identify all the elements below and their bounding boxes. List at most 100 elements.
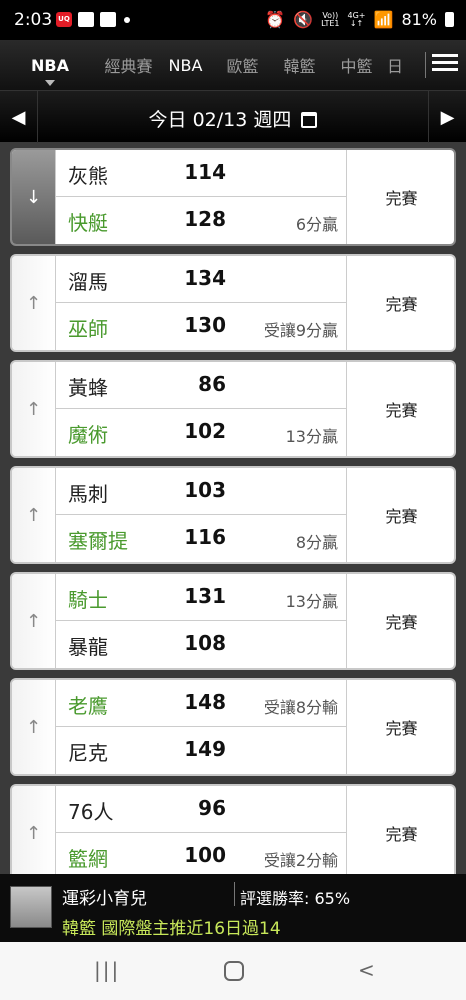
result-note: 8分贏 bbox=[295, 533, 338, 552]
team-name: 尼克 bbox=[68, 741, 108, 765]
tab-korea-basketball[interactable]: 韓籃 bbox=[271, 53, 328, 77]
team-score: 102 bbox=[184, 419, 226, 443]
team-name: 籃網 bbox=[68, 847, 108, 871]
game-list: ↓ 灰熊 114 快艇 128 6分贏 完賽 ↑ 溜馬 134 巫師 130 受… bbox=[10, 148, 456, 890]
team-name: 快艇 bbox=[68, 211, 108, 235]
game-card[interactable]: ↑ 騎士 131 13分贏 暴龍 108 完賽 bbox=[10, 572, 456, 670]
calendar-icon bbox=[301, 112, 318, 128]
team-name: 騎士 bbox=[68, 588, 108, 612]
team-name: 灰熊 bbox=[68, 164, 108, 188]
recents-icon[interactable]: ||| bbox=[94, 958, 120, 982]
away-team-row: 馬刺 103 bbox=[56, 468, 346, 515]
team-name: 馬刺 bbox=[68, 482, 108, 506]
home-team-row: 暴龍 108 bbox=[56, 621, 346, 668]
game-card[interactable]: ↑ 76人 96 籃網 100 受讓2分輸 完賽 bbox=[10, 784, 456, 882]
alarm-icon: ⏰ bbox=[265, 10, 286, 29]
mute-icon: 🔇 bbox=[293, 10, 314, 29]
gallery-icon bbox=[100, 12, 116, 27]
tab-euro-basketball[interactable]: 歐籃 bbox=[214, 53, 271, 77]
game-card[interactable]: ↓ 灰熊 114 快艇 128 6分贏 完賽 bbox=[10, 148, 456, 246]
home-team-row: 尼克 149 bbox=[56, 727, 346, 774]
4g-icon: 4G+ ↓↑ bbox=[347, 10, 366, 28]
result-note: 6分贏 bbox=[295, 215, 338, 234]
expand-arrow-icon[interactable]: ↑ bbox=[12, 680, 56, 774]
team-score: 96 bbox=[198, 796, 226, 820]
away-team-row: 溜馬 134 bbox=[56, 256, 346, 303]
tab-nba-games[interactable]: NBA bbox=[0, 56, 100, 86]
away-team-row: 黃蜂 86 bbox=[56, 362, 346, 409]
message-icon bbox=[78, 12, 94, 27]
expand-arrow-icon[interactable]: ↑ bbox=[12, 786, 56, 880]
tab-classic[interactable]: 經典賽 bbox=[100, 53, 157, 77]
next-date-button[interactable]: ▶ bbox=[428, 91, 466, 143]
tab-japan[interactable]: 日 bbox=[385, 53, 405, 77]
game-status: 完賽 bbox=[346, 256, 454, 350]
battery-percent: 81% bbox=[401, 10, 437, 29]
game-status: 完賽 bbox=[346, 362, 454, 456]
game-status: 完賽 bbox=[346, 574, 454, 668]
home-team-row: 籃網 100 受讓2分輸 bbox=[56, 833, 346, 880]
team-name: 溜馬 bbox=[68, 270, 108, 294]
home-team-row: 快艇 128 6分贏 bbox=[56, 197, 346, 244]
game-card[interactable]: ↑ 黃蜂 86 魔術 102 13分贏 完賽 bbox=[10, 360, 456, 458]
team-score: 130 bbox=[184, 313, 226, 337]
team-score: 103 bbox=[184, 478, 226, 502]
uniqlo-app-icon: UQ bbox=[56, 12, 72, 27]
team-score: 114 bbox=[184, 160, 226, 184]
team-score: 116 bbox=[184, 525, 226, 549]
away-team-row: 76人 96 bbox=[56, 786, 346, 833]
team-name: 黃蜂 bbox=[68, 376, 108, 400]
game-card[interactable]: ↑ 馬刺 103 塞爾提 116 8分贏 完賽 bbox=[10, 466, 456, 564]
date-bar: ◀ 今日 02/13 週四 ▶ bbox=[0, 90, 466, 143]
tab-nba[interactable]: NBA bbox=[157, 56, 214, 75]
collapse-arrow-icon[interactable]: ↓ bbox=[12, 150, 56, 244]
home-team-row: 巫師 130 受讓9分贏 bbox=[56, 303, 346, 350]
away-team-row: 灰熊 114 bbox=[56, 150, 346, 197]
expand-arrow-icon[interactable]: ↑ bbox=[12, 256, 56, 350]
tipster-banner[interactable]: 運彩小育兒 評選勝率: 65% 韓籃 國際盤主推近16日過14 bbox=[0, 874, 466, 942]
menu-icon[interactable] bbox=[432, 51, 458, 77]
date-label: 今日 02/13 週四 bbox=[148, 109, 292, 131]
tab-china-basketball[interactable]: 中籃 bbox=[328, 53, 385, 77]
back-icon[interactable]: < bbox=[358, 958, 375, 982]
team-name: 76人 bbox=[68, 800, 114, 824]
game-card[interactable]: ↑ 老鷹 148 受讓8分輸 尼克 149 完賽 bbox=[10, 678, 456, 776]
expand-arrow-icon[interactable]: ↑ bbox=[12, 362, 56, 456]
team-name: 老鷹 bbox=[68, 694, 108, 718]
result-note: 13分贏 bbox=[285, 592, 338, 611]
clock: 2:03 bbox=[14, 10, 53, 30]
expand-arrow-icon[interactable]: ↑ bbox=[12, 574, 56, 668]
tipster-name: 運彩小育兒 bbox=[62, 889, 147, 909]
result-note: 受讓2分輸 bbox=[263, 851, 338, 870]
team-score: 86 bbox=[198, 372, 226, 396]
game-status: 完賽 bbox=[346, 680, 454, 774]
team-name: 巫師 bbox=[68, 317, 108, 341]
home-icon[interactable] bbox=[224, 961, 244, 981]
game-status: 完賽 bbox=[346, 786, 454, 880]
league-tabs: NBA 經典賽 NBA 歐籃 韓籃 中籃 日 bbox=[0, 40, 466, 90]
tab-divider bbox=[425, 52, 426, 78]
result-note: 13分贏 bbox=[285, 427, 338, 446]
team-name: 暴龍 bbox=[68, 635, 108, 659]
volte-icon: Vo)) LTE1 bbox=[321, 10, 340, 28]
team-score: 134 bbox=[184, 266, 226, 290]
signal-icon: 📶 bbox=[373, 10, 394, 29]
away-team-row: 騎士 131 13分贏 bbox=[56, 574, 346, 621]
battery-icon bbox=[445, 12, 454, 27]
away-team-row: 老鷹 148 受讓8分輸 bbox=[56, 680, 346, 727]
status-bar: 2:03 UQ ⏰ 🔇 Vo)) LTE1 4G+ ↓↑ 📶 81% bbox=[0, 0, 466, 40]
car-avatar-icon bbox=[10, 886, 52, 928]
game-status: 完賽 bbox=[346, 150, 454, 244]
banner-divider bbox=[234, 882, 235, 906]
team-score: 148 bbox=[184, 690, 226, 714]
tip-headline[interactable]: 韓籃 國際盤主推近16日過14 bbox=[62, 914, 281, 939]
date-selector[interactable]: 今日 02/13 週四 bbox=[0, 105, 466, 132]
notification-icons: UQ bbox=[56, 12, 130, 27]
expand-arrow-icon[interactable]: ↑ bbox=[12, 468, 56, 562]
team-score: 100 bbox=[184, 843, 226, 867]
home-team-row: 塞爾提 116 8分贏 bbox=[56, 515, 346, 562]
navigation-bar: ||| < bbox=[0, 942, 466, 1000]
team-score: 131 bbox=[184, 584, 226, 608]
result-note: 受讓8分輸 bbox=[263, 698, 338, 717]
game-card[interactable]: ↑ 溜馬 134 巫師 130 受讓9分贏 完賽 bbox=[10, 254, 456, 352]
